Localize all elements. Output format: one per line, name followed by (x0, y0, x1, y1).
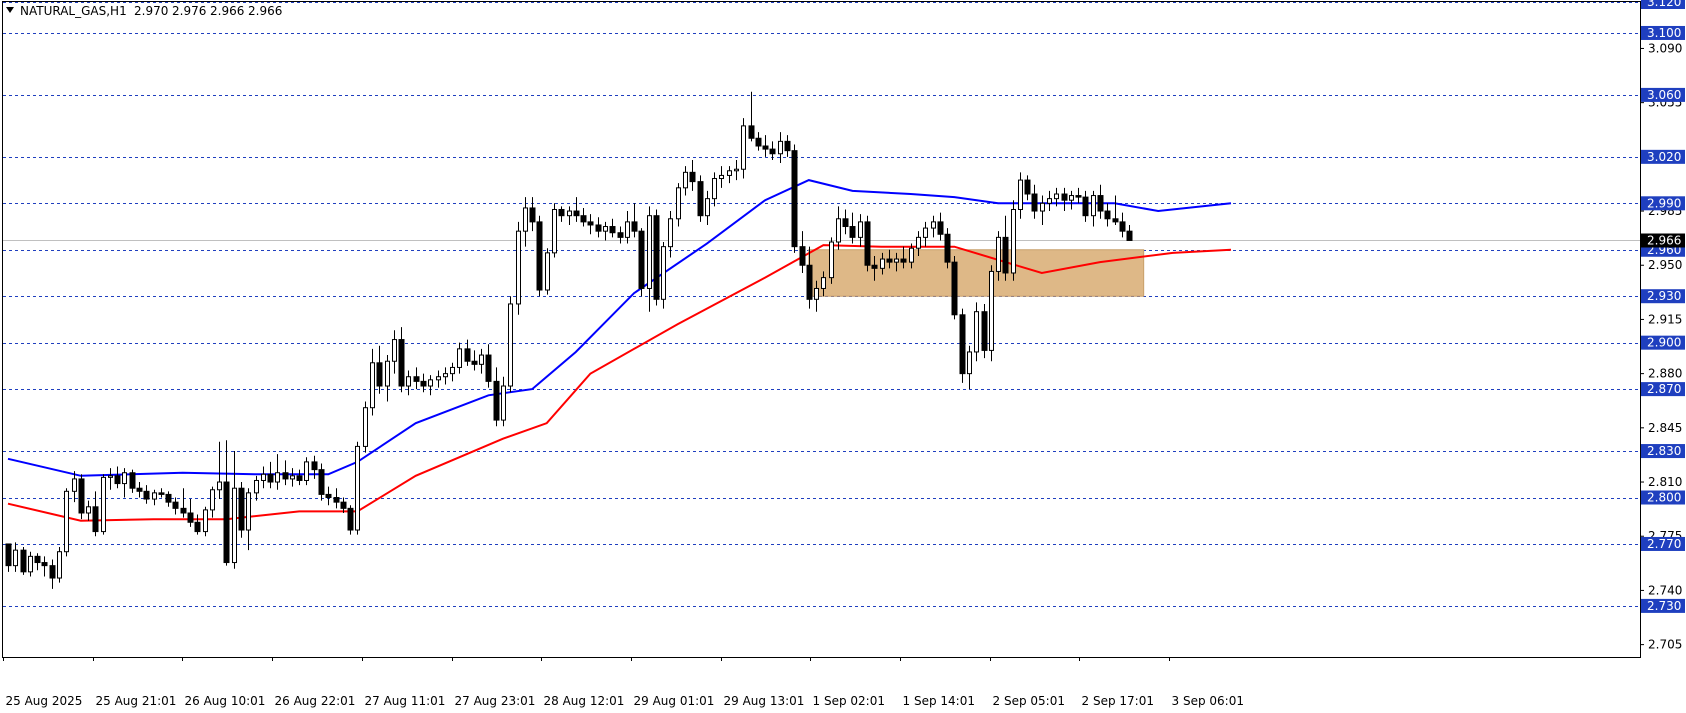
candle-108 (791, 144, 798, 253)
level-tag-label-10: 2.800 (1647, 491, 1681, 505)
y-tick-label-4: 2.845 (1648, 421, 1682, 435)
level-tag-label-3: 3.020 (1647, 150, 1681, 164)
level-tag-label-2: 3.060 (1647, 88, 1681, 102)
candle-13 (101, 474, 106, 535)
candle-73 (536, 215, 543, 297)
candle-32 (238, 482, 245, 538)
y-tick-label-11: 3.090 (1648, 41, 1682, 55)
level-tag-label-6: 2.930 (1647, 289, 1681, 303)
candle-27 (203, 506, 208, 537)
plot-frame (2, 1, 1641, 658)
candle-90 (661, 242, 666, 309)
candle-69 (508, 296, 513, 393)
candle-138 (1011, 200, 1016, 281)
time-axis: 25 Aug 2025 25 Aug 21:01 26 Aug 10:01 26 Au… (3, 657, 1244, 708)
x-tick-label-1: 25 Aug 21:01 (96, 694, 177, 708)
candle-2 (20, 547, 27, 575)
current-price-label: 2.966 (1647, 234, 1681, 248)
x-tick-label-8: 29 Aug 13:01 (724, 694, 805, 708)
candle-74 (545, 248, 550, 295)
level-tag-label-1: 3.100 (1647, 26, 1681, 40)
candle-129 (944, 228, 951, 269)
ohlc-low: 2.966 (210, 4, 244, 18)
ohlc-close: 2.966 (248, 4, 282, 18)
candle-8 (64, 488, 69, 557)
candle-131 (959, 308, 966, 383)
candle-75 (552, 203, 557, 258)
price-axis: 2.7052.7402.7752.8102.8452.8802.9152.950… (1640, 0, 1685, 652)
candle-95 (697, 175, 704, 222)
zone-rect[interactable] (808, 249, 1145, 297)
level-tag-label-7: 2.900 (1647, 336, 1681, 350)
candle-41 (304, 457, 309, 486)
y-tick-label-0: 2.705 (1648, 638, 1682, 652)
y-tick-label-6: 2.915 (1648, 312, 1682, 326)
x-tick-label-4: 27 Aug 11:01 (365, 694, 446, 708)
candle-70 (516, 221, 521, 315)
candle-47 (347, 505, 354, 535)
candle-130 (951, 255, 958, 320)
y-tick-label-3: 2.810 (1648, 475, 1682, 489)
x-tick-label-6: 28 Aug 12:01 (544, 694, 625, 708)
x-tick-label-12: 2 Sep 17:01 (1082, 694, 1154, 708)
x-tick-label-2: 26 Aug 10:01 (185, 694, 266, 708)
ohlc-high: 2.976 (172, 4, 206, 18)
candle-118 (864, 215, 871, 272)
support-zone (808, 249, 1145, 297)
x-tick-label-7: 29 Aug 01:01 (634, 694, 715, 708)
level-tag-label-9: 2.830 (1647, 444, 1681, 458)
chart-header: NATURAL_GAS,H1 2.970 2.976 2.966 2.966 (6, 4, 282, 18)
candle-49 (363, 401, 368, 453)
candle-113 (829, 237, 834, 284)
candle-48 (355, 441, 360, 535)
ohlc-open: 2.970 (134, 4, 168, 18)
candle-10 (78, 474, 85, 520)
candle-101 (741, 118, 746, 179)
candle-133 (974, 302, 979, 362)
y-tick-label-5: 2.880 (1648, 367, 1682, 381)
level-tag-label-4: 2.990 (1647, 196, 1681, 210)
level-tag-label-11: 2.770 (1647, 537, 1681, 551)
level-tag-label-12: 2.730 (1647, 599, 1681, 613)
candle-134 (981, 303, 988, 359)
candle-87 (638, 228, 645, 297)
level-tag-label-8: 2.870 (1647, 382, 1681, 396)
y-tick-label-1: 2.740 (1648, 583, 1682, 597)
candle-7 (57, 547, 62, 583)
chart-window: 2.705 2.740 2.775 2.810 2.845 2.880 2.915 2.950… (0, 0, 1686, 713)
symbol-label: NATURAL_GAS,H1 (20, 4, 127, 18)
y-tick-label-7: 2.950 (1648, 258, 1682, 272)
x-tick-label-3: 26 Aug 22:01 (275, 694, 356, 708)
candle-135 (989, 265, 994, 362)
x-tick-label-10: 1 Sep 14:01 (903, 694, 975, 708)
x-tick-label-9: 1 Sep 02:01 (813, 694, 885, 708)
level-tag-label-0: 3.120 (1647, 0, 1681, 9)
candle-89 (653, 209, 660, 306)
x-tick-label-5: 27 Aug 23:01 (455, 694, 536, 708)
x-tick-label-0: 25 Aug 2025 (6, 694, 83, 708)
price-chart[interactable]: 2.7052.7402.7752.8102.8452.8802.9152.950… (0, 0, 1686, 713)
x-tick-label-13: 3 Sep 06:01 (1172, 694, 1244, 708)
x-tick-label-11: 2 Sep 05:01 (993, 694, 1065, 708)
